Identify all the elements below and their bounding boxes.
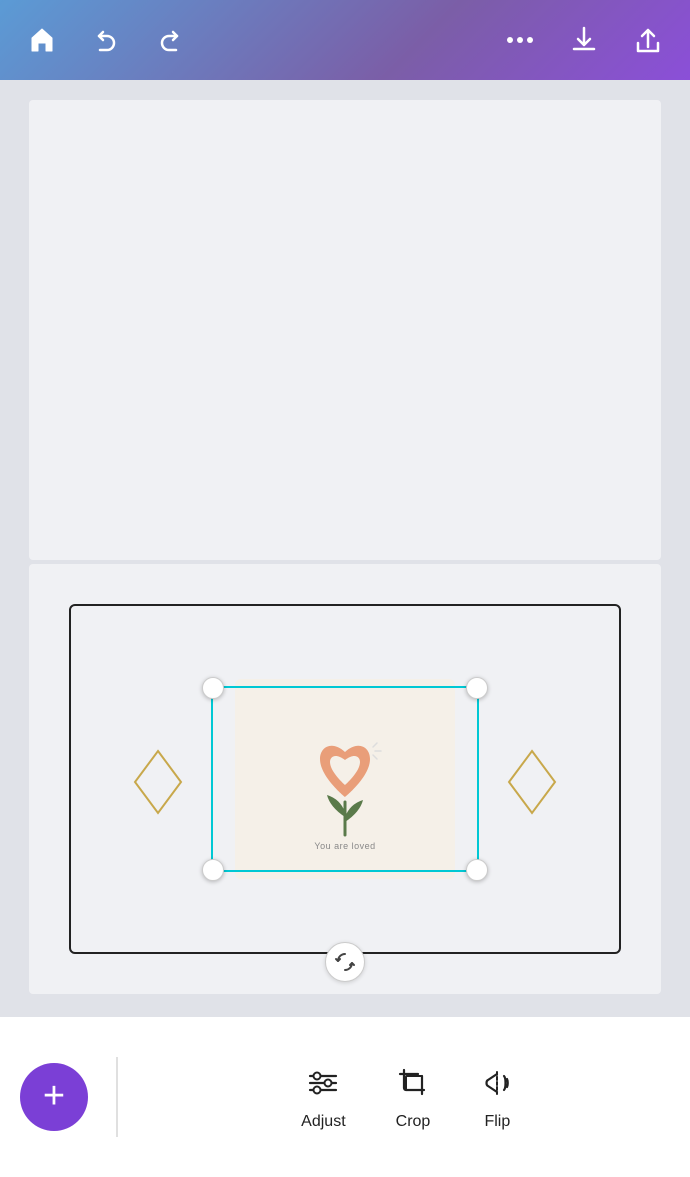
download-button[interactable] (566, 22, 602, 58)
diamond-left-decoration (131, 747, 185, 811)
adjust-icon (306, 1063, 340, 1103)
more-options-button[interactable] (502, 22, 538, 58)
page-bottom: You are loved (29, 564, 661, 994)
crop-handle-bottom-left[interactable] (202, 859, 224, 881)
crop-selection-box[interactable] (211, 686, 479, 872)
card-design: You are loved (69, 604, 621, 954)
crop-icon (396, 1063, 430, 1103)
flip-icon (480, 1063, 514, 1103)
adjust-label: Adjust (301, 1113, 345, 1131)
home-button[interactable] (24, 22, 60, 58)
crop-tool[interactable]: Crop (396, 1063, 431, 1131)
bottom-toolbar: + Adjust (0, 1017, 690, 1177)
share-button[interactable] (630, 22, 666, 58)
crop-handle-bottom-right[interactable] (466, 859, 488, 881)
adjust-tool[interactable]: Adjust (301, 1063, 345, 1131)
redo-button[interactable] (152, 22, 188, 58)
header-left-controls (24, 22, 188, 58)
flip-tool[interactable]: Flip (480, 1063, 514, 1131)
toolbar-divider (116, 1057, 118, 1137)
crop-handle-top-right[interactable] (466, 677, 488, 699)
add-icon: + (43, 1077, 65, 1115)
crop-label: Crop (396, 1113, 431, 1131)
canvas-area: You are loved (0, 80, 690, 1097)
add-button[interactable]: + (20, 1063, 88, 1131)
flip-label: Flip (484, 1113, 510, 1131)
toolbar-tools: Adjust Crop (146, 1063, 671, 1131)
undo-button[interactable] (88, 22, 124, 58)
diamond-right-decoration (505, 747, 559, 811)
rotate-handle[interactable] (325, 942, 365, 982)
crop-handle-top-left[interactable] (202, 677, 224, 699)
header (0, 0, 690, 80)
header-right-controls (502, 22, 666, 58)
page-top (29, 100, 661, 560)
